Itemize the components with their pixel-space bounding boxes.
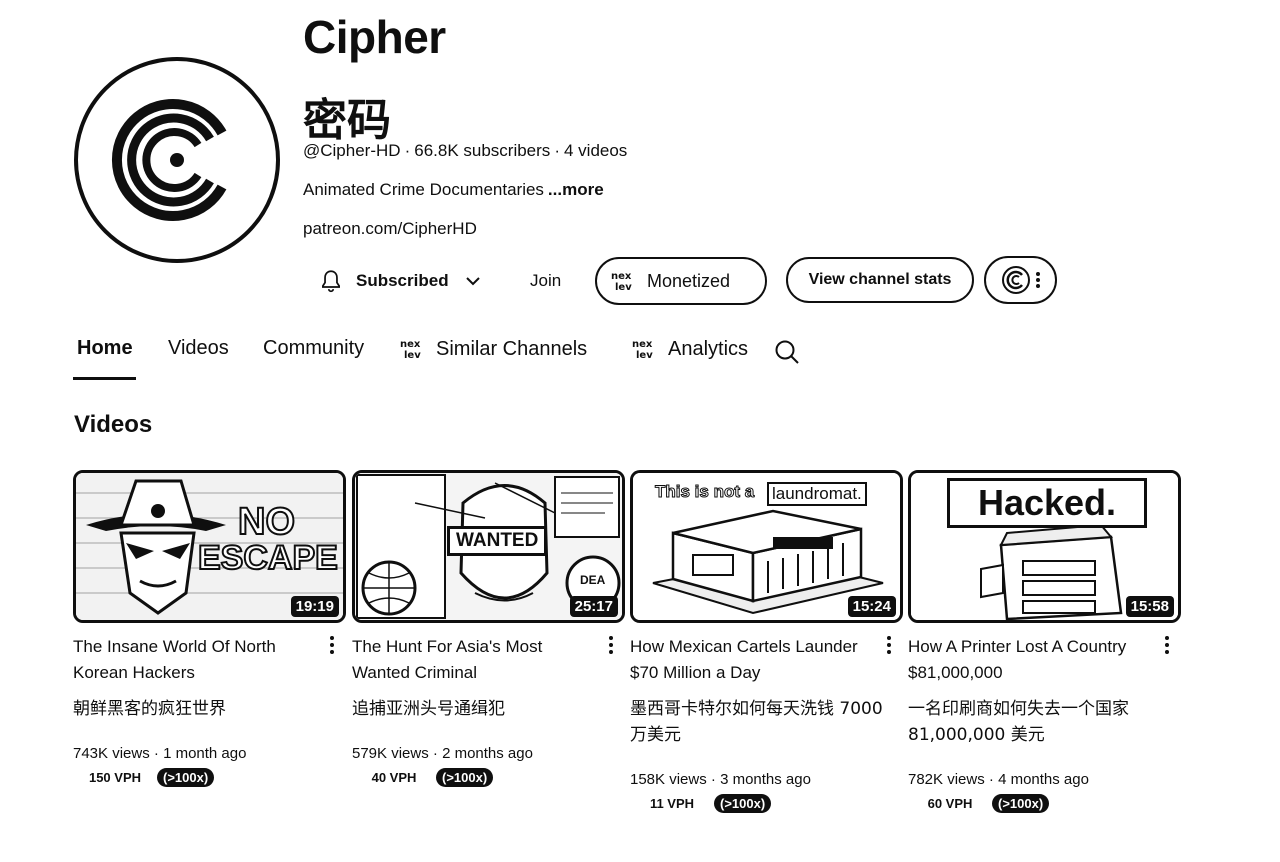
more-vert-icon xyxy=(1035,272,1040,288)
view-count: 579K views xyxy=(352,745,429,762)
video-stats: 743K views · 1 month ago xyxy=(73,745,247,762)
video-thumbnail[interactable]: NO ESCAPE 19:19 xyxy=(73,470,346,623)
upload-age: 3 months ago xyxy=(720,771,811,788)
video-duration: 19:19 xyxy=(290,596,339,617)
vph-row: 40 VPH (>100x) xyxy=(352,768,494,787)
more-vert-icon[interactable] xyxy=(881,632,897,658)
video-title-chinese: 朝鲜黑客的疯狂世界 xyxy=(73,699,226,719)
thumbnail-text-not: This is not a xyxy=(654,482,755,502)
thumbnail-text-hacked: Hacked. xyxy=(947,478,1147,528)
more-vert-icon[interactable] xyxy=(324,632,340,658)
channel-description[interactable]: Animated Crime Documentaries ...more xyxy=(303,180,604,200)
extension-menu-button[interactable] xyxy=(984,256,1057,304)
vph-row: 60 VPH (>100x) xyxy=(908,794,1050,813)
cipher-logo-icon xyxy=(111,99,227,221)
channel-link[interactable]: patreon.com/CipherHD xyxy=(303,219,477,239)
outlier-badge: (>100x) xyxy=(436,768,494,787)
description-text: Animated Crime Documentaries xyxy=(303,180,544,199)
tab-analytics-label: Analytics xyxy=(668,337,749,360)
tab-analytics[interactable]: nex lev Analytics xyxy=(632,337,749,362)
video-title-chinese: 墨西哥卡特尔如何每天洗钱 7000 万美元 xyxy=(630,699,883,745)
channel-meta: @Cipher-HD · 66.8K subscribers · 4 videos xyxy=(303,141,628,160)
active-tab-indicator xyxy=(73,377,136,380)
svg-text:nex: nex xyxy=(400,339,421,350)
section-title: Videos xyxy=(74,411,153,438)
video-duration: 15:58 xyxy=(1125,596,1174,617)
channel-name: Cipher xyxy=(303,11,446,63)
outlier-badge: (>100x) xyxy=(714,794,772,813)
view-count: 782K views xyxy=(908,771,985,788)
channel-handle: @Cipher-HD xyxy=(303,141,401,160)
vph-value: 60 VPH xyxy=(927,796,973,811)
view-channel-stats-button[interactable]: View channel stats xyxy=(786,257,974,303)
video-card[interactable]: Hacked. 15:58 How A Printer Lost A Count… xyxy=(908,470,1181,813)
video-stats: 158K views · 3 months ago xyxy=(630,771,811,788)
view-count: 158K views xyxy=(630,771,707,788)
video-card[interactable]: WANTED DEA 25:17 The Hunt For Asia's Mos… xyxy=(352,470,625,787)
upload-age: 1 month ago xyxy=(163,745,247,762)
video-title[interactable]: The Hunt For Asia's Most Wanted Criminal xyxy=(352,634,592,686)
upload-age: 4 months ago xyxy=(998,771,1089,788)
nexlev-icon: nex lev xyxy=(611,271,632,293)
search-icon xyxy=(775,340,799,364)
tab-similar-channels[interactable]: nex lev Similar Channels xyxy=(400,337,588,362)
tab-videos[interactable]: Videos xyxy=(168,337,229,360)
outlier-badge: (>100x) xyxy=(992,794,1050,813)
join-button[interactable]: Join xyxy=(520,258,571,304)
thumbnail-text-laundromat: laundromat. xyxy=(767,482,867,506)
video-stats: 782K views · 4 months ago xyxy=(908,771,1089,788)
video-card[interactable]: NO ESCAPE 19:19 The Insane World Of Nort… xyxy=(73,470,346,787)
svg-text:lev: lev xyxy=(636,350,653,361)
subscribed-label: Subscribed xyxy=(356,271,449,290)
video-title-chinese: 追捕亚洲头号通缉犯 xyxy=(352,699,505,719)
channel-search-button[interactable] xyxy=(773,338,801,366)
view-count: 743K views xyxy=(73,745,150,762)
video-duration: 25:17 xyxy=(569,596,618,617)
thumbnail-text-wanted: WANTED xyxy=(447,526,548,556)
thumbnail-text-escape: ESCAPE xyxy=(197,538,339,578)
tab-home[interactable]: Home xyxy=(77,337,133,360)
video-title[interactable]: How Mexican Cartels Launder $70 Million … xyxy=(630,634,870,686)
subscriber-count: 66.8K subscribers xyxy=(414,141,551,160)
more-link[interactable]: ...more xyxy=(548,180,604,199)
more-vert-icon[interactable] xyxy=(1159,632,1175,658)
video-stats: 579K views · 2 months ago xyxy=(352,745,533,762)
video-duration: 15:24 xyxy=(847,596,896,617)
svg-text:nex: nex xyxy=(611,271,632,282)
subscribed-button[interactable]: Subscribed xyxy=(312,258,489,304)
thumbnail-text-no: NO xyxy=(237,500,296,544)
upload-age: 2 months ago xyxy=(442,745,533,762)
more-vert-icon[interactable] xyxy=(603,632,619,658)
vph-row: 150 VPH (>100x) xyxy=(73,768,215,787)
video-thumbnail[interactable]: Hacked. 15:58 xyxy=(908,470,1181,623)
vph-value: 150 VPH xyxy=(88,770,142,785)
vph-value: 11 VPH xyxy=(649,796,695,811)
nexlev-icon: nex lev xyxy=(632,339,653,361)
nexlev-icon: nex lev xyxy=(400,339,421,361)
svg-text:lev: lev xyxy=(404,350,421,361)
outlier-badge: (>100x) xyxy=(157,768,215,787)
vph-row: 11 VPH (>100x) xyxy=(630,794,772,813)
vph-value: 40 VPH xyxy=(371,770,417,785)
video-title[interactable]: The Insane World Of North Korean Hackers xyxy=(73,634,313,686)
video-count: 4 videos xyxy=(563,141,628,160)
video-title-chinese: 一名印刷商如何失去一个国家 81,000,000 美元 xyxy=(908,699,1129,745)
video-title[interactable]: How A Printer Lost A Country $81,000,000 xyxy=(908,634,1148,686)
svg-text:nex: nex xyxy=(632,339,653,350)
video-thumbnail[interactable]: WANTED DEA 25:17 xyxy=(352,470,625,623)
tab-similar-channels-label: Similar Channels xyxy=(436,337,588,360)
chevron-down-icon xyxy=(465,277,480,286)
bell-icon xyxy=(322,270,340,293)
channel-avatar[interactable] xyxy=(74,57,280,263)
channel-name-chinese: 密码 xyxy=(303,95,391,146)
video-card[interactable]: This is not a laundromat. 15:24 How Mexi… xyxy=(630,470,903,813)
monetized-button[interactable]: nex lev Monetized xyxy=(595,257,767,305)
monetized-label: Monetized xyxy=(647,270,731,291)
svg-text:lev: lev xyxy=(615,282,632,293)
tab-community[interactable]: Community xyxy=(263,337,364,360)
thumbnail-text-dea: DEA xyxy=(580,573,606,587)
cipher-mini-logo-icon xyxy=(1001,266,1030,294)
video-thumbnail[interactable]: This is not a laundromat. 15:24 xyxy=(630,470,903,623)
